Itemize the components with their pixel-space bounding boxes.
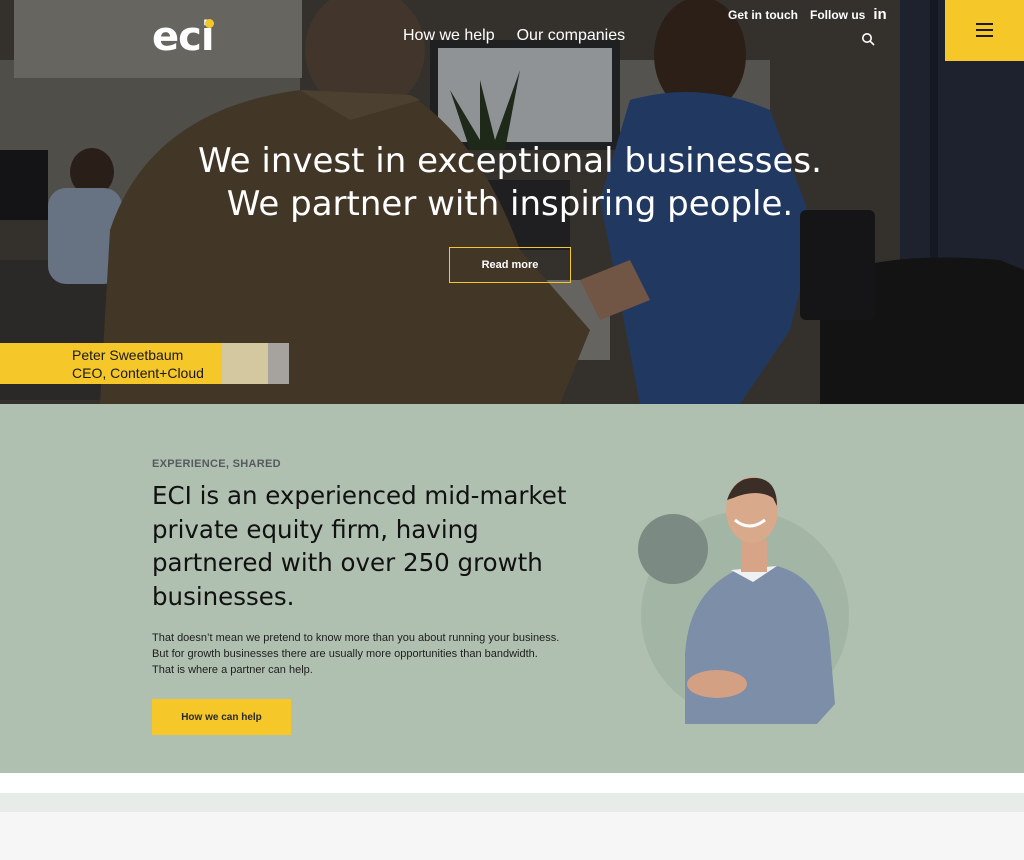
linkedin-icon[interactable]: in xyxy=(873,6,886,23)
nav-link-how-we-help[interactable]: How we help xyxy=(403,26,495,46)
get-in-touch-link[interactable]: Get in touch xyxy=(728,8,798,22)
page-divider-band xyxy=(0,793,1024,812)
page-spacer xyxy=(0,773,1024,793)
read-more-button[interactable]: Read more xyxy=(449,247,571,283)
main-nav: How we help Our companies xyxy=(403,26,625,46)
eci-logo[interactable]: eci xyxy=(152,16,216,58)
hamburger-icon xyxy=(976,35,993,37)
caption-name: Peter Sweetbaum xyxy=(72,347,184,363)
nav-link-our-companies[interactable]: Our companies xyxy=(517,26,626,46)
caption-role: CEO, Content+Cloud xyxy=(72,365,204,381)
experience-section: EXPERIENCE, SHARED ECI is an experienced… xyxy=(0,404,1024,773)
section-body: That doesn’t mean we pretend to know mor… xyxy=(152,632,560,676)
hero-headline-line1: We invest in exceptional businesses. xyxy=(198,141,822,181)
hamburger-icon xyxy=(976,23,993,25)
caption-gray-block xyxy=(222,343,289,384)
section-title: ECI is an experienced mid-market private… xyxy=(152,481,567,611)
hamburger-icon xyxy=(976,29,993,31)
hero-headline-line2: We partner with inspiring people. xyxy=(226,184,794,224)
follow-us-link[interactable]: Follow us xyxy=(810,8,865,22)
how-we-can-help-button[interactable]: How we can help xyxy=(152,699,291,735)
search-icon[interactable] xyxy=(861,32,875,46)
portrait-photo xyxy=(638,477,849,724)
menu-button[interactable] xyxy=(945,0,1024,61)
hero-section: eci How we help Our companies Get in tou… xyxy=(0,0,1024,404)
next-section-preview xyxy=(0,812,1024,860)
section-eyebrow: EXPERIENCE, SHARED xyxy=(152,458,281,470)
hero-caption: Peter Sweetbaum CEO, Content+Cloud xyxy=(0,343,289,384)
logo-dot-icon xyxy=(205,19,214,28)
hero-headline: We invest in exceptional businesses. We … xyxy=(180,140,840,226)
caption-text: Peter Sweetbaum CEO, Content+Cloud xyxy=(72,346,204,382)
utility-nav: Get in touch Follow us in xyxy=(728,6,887,23)
